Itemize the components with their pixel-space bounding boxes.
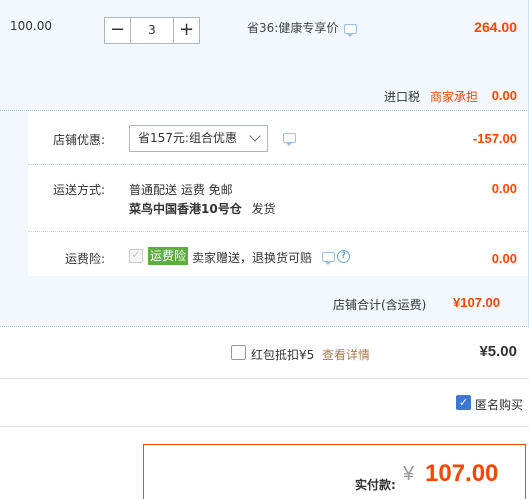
shop-discount-select[interactable]: 省157元:组合优惠 (129, 125, 268, 152)
help-icon[interactable]: ? (337, 250, 350, 263)
quantity-input[interactable]: 3 (131, 17, 173, 44)
insurance-tag: 运费险 (148, 247, 189, 265)
chevron-down-icon (249, 130, 261, 142)
import-tax-value: 0.00 (491, 88, 517, 103)
red-packet-details-link[interactable]: 查看详情 (322, 346, 370, 363)
quantity-stepper[interactable]: − 3 + (104, 17, 200, 44)
anonymous-purchase-checkbox[interactable]: ✓ (456, 395, 471, 410)
shop-total-label: 店铺合计(含运费) (333, 298, 427, 312)
item-promo-text: 省36:健康专享价 (247, 21, 339, 35)
payment-currency-symbol: ¥ (403, 463, 415, 485)
insurance-checkbox: ✓ (129, 249, 143, 263)
shipping-method: 普通配送 运费 免邮 (129, 183, 233, 197)
shipping-warehouse: 菜鸟中国香港10号仓 (129, 202, 242, 216)
import-tax-label: 进口税 (384, 90, 421, 104)
payment-amount: 107.00 (425, 460, 499, 487)
section-divider (0, 378, 529, 379)
anonymous-purchase-label: 匿名购买 (475, 398, 524, 412)
row-divider (28, 231, 528, 232)
payment-label: 实付款: (355, 478, 396, 492)
shipping-value: 0.00 (491, 181, 517, 196)
insurance-description: 卖家赠送，退换货可赔 (192, 251, 313, 265)
red-packet-label: 红包抵扣¥5 (251, 348, 315, 362)
insurance-label: 运费险: (64, 252, 105, 266)
insurance-value: 0.00 (491, 251, 517, 266)
item-total-price: 264.00 (474, 19, 517, 35)
message-icon[interactable] (322, 252, 335, 265)
shop-total-value: ¥107.00 (453, 295, 500, 310)
red-packet-checkbox[interactable] (231, 345, 246, 360)
red-packet-value: ¥5.00 (479, 343, 517, 360)
row-divider (28, 164, 528, 165)
shipping-origin-suffix: 发货 (251, 202, 276, 216)
section-divider (0, 426, 529, 427)
message-icon[interactable] (344, 24, 357, 37)
unit-price: 100.00 (10, 19, 52, 33)
message-icon[interactable] (283, 133, 296, 146)
shipping-label: 运送方式: (52, 183, 105, 197)
import-tax-tag: 商家承担 (430, 90, 479, 104)
increase-quantity-button[interactable]: + (173, 17, 200, 44)
shop-discount-value: -157.00 (472, 131, 517, 146)
shop-discount-label: 店铺优惠: (52, 133, 105, 147)
shipping-origin: 菜鸟中国香港10号仓 发货 (129, 200, 276, 217)
shop-discount-selected: 省157元:组合优惠 (138, 131, 237, 145)
decrease-quantity-button[interactable]: − (104, 17, 131, 44)
